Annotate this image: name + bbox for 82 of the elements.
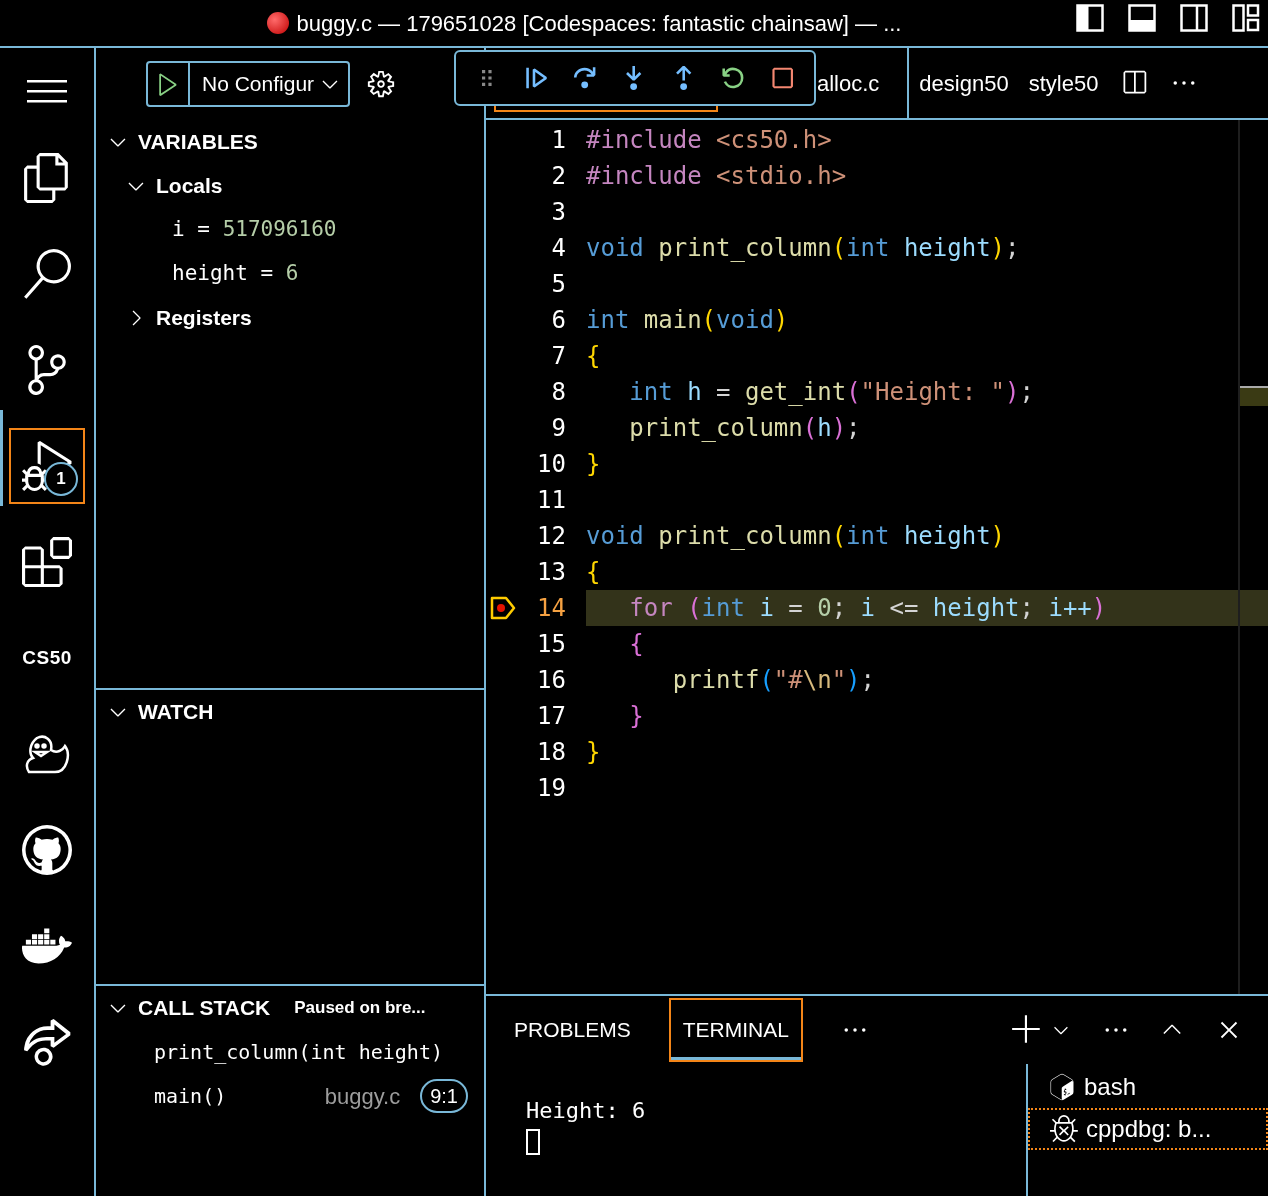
- code-line: for (int i = 0; i <= height; i++): [628, 593, 1107, 624]
- code-line: }: [586, 737, 601, 768]
- terminal-cursor: [526, 1129, 540, 1155]
- debug-status: Paused on bre...: [294, 997, 426, 1020]
- frame-name: main(): [154, 1083, 227, 1110]
- line-number: 15: [536, 629, 566, 660]
- blocks-icon[interactable]: [22, 537, 72, 587]
- stack-frame[interactable]: print_column(int height): [96, 1030, 484, 1074]
- code-line: int h = get_int("Height: ");: [628, 377, 1034, 408]
- section-title: WATCH: [138, 699, 214, 726]
- frame-name: print_column(int height): [154, 1039, 443, 1066]
- terminal-icon: [1048, 1073, 1076, 1101]
- variable-entry[interactable]: height = 6: [172, 258, 299, 290]
- code-line: printf("#\n");: [671, 665, 875, 696]
- scope-row[interactable]: Locals: [96, 164, 484, 208]
- scrollbar-marker: [1240, 386, 1268, 406]
- code-line: #include <stdio.h>: [586, 161, 847, 192]
- code-line: print_column(h);: [628, 413, 861, 444]
- line-number: 9: [550, 413, 566, 444]
- bug-icon: [1050, 1115, 1078, 1143]
- line-number: 17: [536, 701, 566, 732]
- code-line: }: [628, 701, 644, 732]
- activity-item[interactable]: CS50: [9, 620, 85, 696]
- code-line: int main(void): [586, 305, 789, 336]
- code-line: void print_column(int height): [586, 521, 1006, 552]
- breakpoint-arrow-icon[interactable]: [490, 596, 516, 620]
- line-number: 12: [536, 521, 566, 552]
- editor-tab[interactable]: style50: [1018, 48, 1109, 118]
- line-number: 4: [550, 233, 566, 264]
- panel-layout-icon[interactable]: [1128, 4, 1156, 32]
- right-sidebar-icon[interactable]: [1180, 4, 1208, 32]
- line-number: 19: [536, 773, 566, 804]
- terminal-output: Height: 6: [526, 1097, 647, 1125]
- line-number: 7: [550, 341, 566, 372]
- line-position-badge: 9:1: [420, 1079, 468, 1113]
- settings-icon[interactable]: [366, 69, 397, 99]
- line-number: 2: [550, 161, 566, 192]
- editor-tab[interactable]: design50: [909, 48, 1019, 118]
- terminal-list-item[interactable]: cppdbg: b...: [1028, 1108, 1268, 1150]
- line-number: 11: [536, 485, 566, 516]
- grid-layout-icon[interactable]: [1232, 4, 1260, 32]
- scope-row[interactable]: Registers: [96, 296, 484, 340]
- line-number: 5: [550, 269, 566, 300]
- line-number: 14: [536, 593, 566, 624]
- configuration-dropdown[interactable]: No Configur: [190, 68, 319, 100]
- curved-arrow-icon[interactable]: [22, 1017, 72, 1067]
- count-badge: 1: [44, 462, 78, 496]
- cs50-label[interactable]: CS50: [22, 643, 72, 673]
- code-line: #include <cs50.h>: [586, 125, 832, 156]
- line-number: 6: [550, 305, 566, 336]
- panel-tab[interactable]: PROBLEMS: [502, 998, 643, 1062]
- stack-frame[interactable]: main() buggy.c 9:1: [96, 1074, 484, 1118]
- line-number: 3: [550, 197, 566, 228]
- sidebar-layout-icon[interactable]: [1076, 4, 1104, 32]
- call-stack-section-header[interactable]: CALL STACK Paused on bre...: [96, 986, 484, 1030]
- run-configuration-selector[interactable]: No Configur: [146, 61, 351, 107]
- activity-item[interactable]: 1: [9, 428, 85, 504]
- line-number: 1: [550, 125, 566, 156]
- play-bug-icon[interactable]: [22, 441, 72, 491]
- line-number: 16: [536, 665, 566, 696]
- section-title: VARIABLES: [138, 129, 258, 156]
- scope-label: Locals: [156, 173, 223, 200]
- variable-entry[interactable]: i = 517096160: [172, 214, 337, 246]
- code-line: void print_column(int height);: [586, 233, 1020, 264]
- code-line: }: [586, 449, 601, 480]
- code-line: {: [586, 341, 601, 372]
- section-title: CALL STACK: [138, 995, 271, 1022]
- line-number: 18: [536, 737, 566, 768]
- scope-label: Registers: [156, 305, 252, 332]
- line-number: 13: [536, 557, 566, 588]
- window-title: buggy.c — 179651028 [Codespaces: fantastic chainsaw] — ...: [296, 9, 902, 38]
- line-number: 10: [536, 449, 566, 480]
- duck-icon: [23, 732, 71, 776]
- code-line: {: [586, 557, 601, 588]
- line-number: 8: [550, 377, 566, 408]
- terminal-list-item[interactable]: bash: [1028, 1066, 1268, 1108]
- search-icon[interactable]: [22, 249, 72, 299]
- code-line: {: [628, 629, 644, 660]
- panel-tab[interactable]: TERMINAL: [668, 998, 803, 1062]
- frame-file: buggy.c: [324, 1082, 401, 1111]
- variables-section-header[interactable]: VARIABLES: [96, 120, 484, 164]
- watch-section-header[interactable]: WATCH: [96, 690, 484, 734]
